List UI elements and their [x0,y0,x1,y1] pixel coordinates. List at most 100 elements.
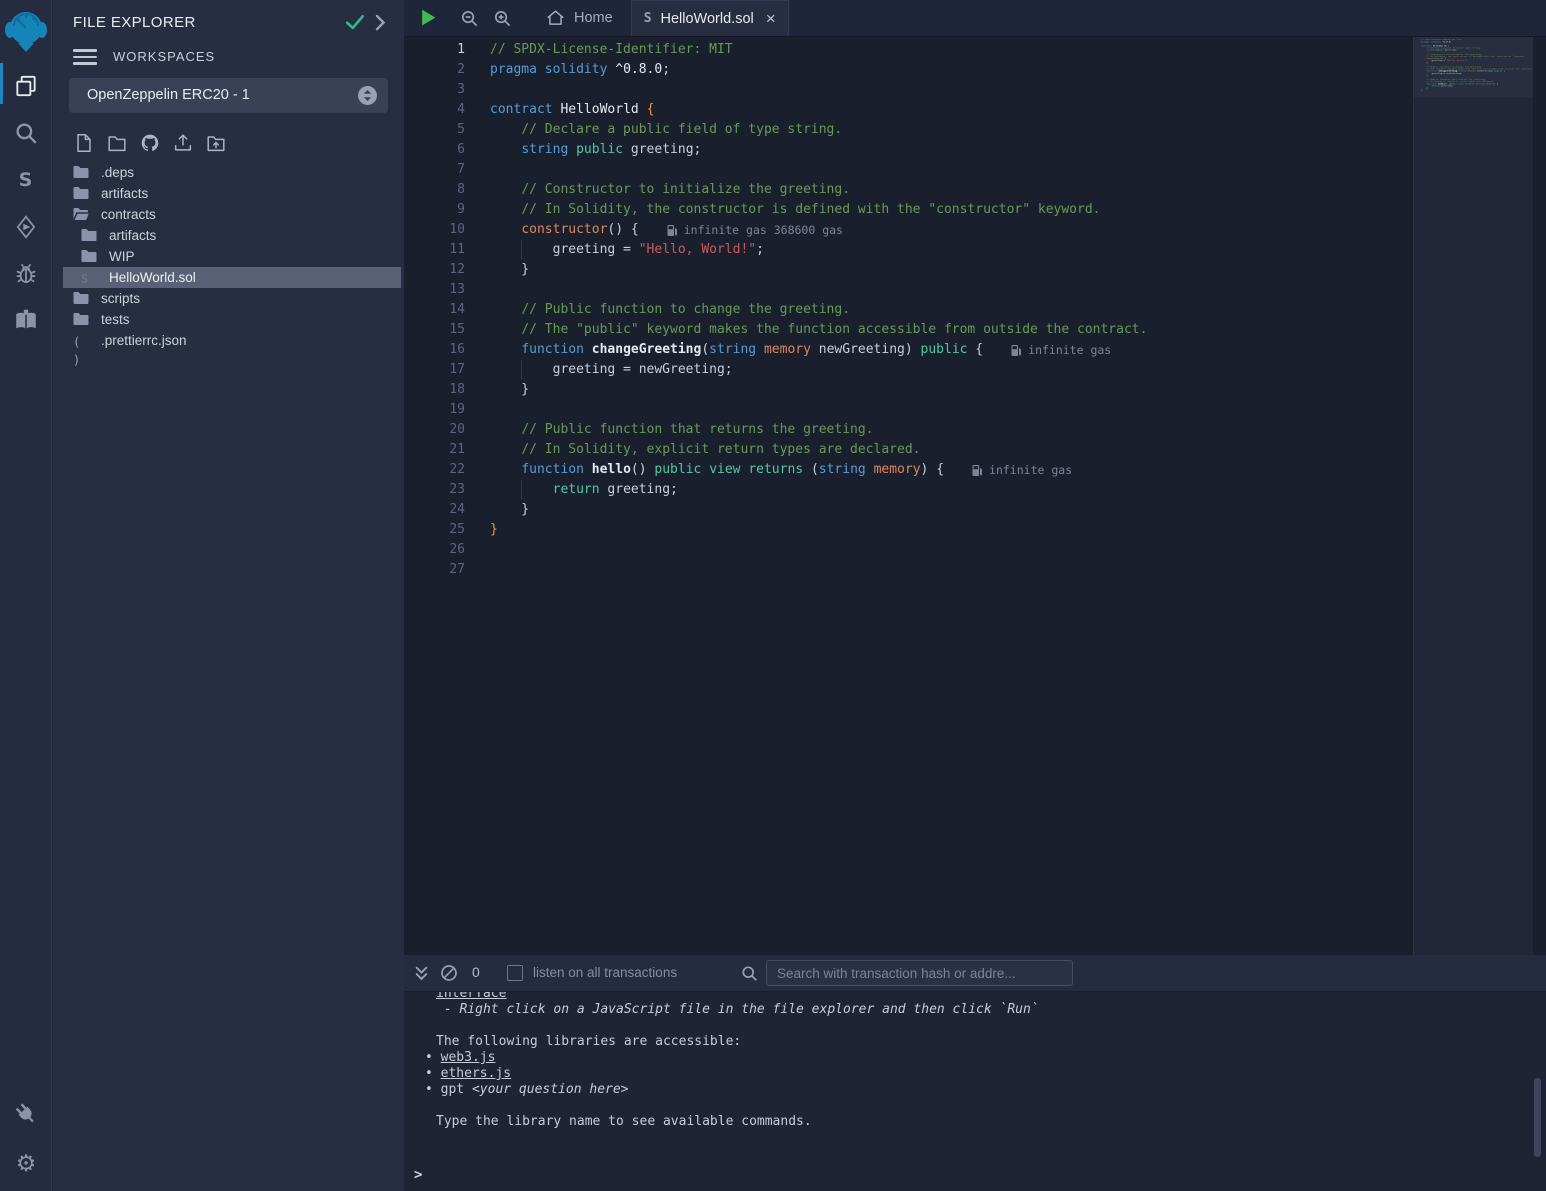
terminal-search-input[interactable] [766,960,1073,986]
line-content: pragma solidity ^0.8.0; [490,60,670,80]
collapse-terminal-icon[interactable] [414,965,429,982]
terminal-line-7: • gpt <your question here> [404,1082,1546,1098]
tab-home[interactable]: Home [534,0,625,36]
code-line-22[interactable]: 22 function hello() public view returns … [404,460,1413,480]
line-number: 13 [404,280,465,300]
learneth-icon[interactable] [11,306,41,336]
code-line-20[interactable]: 20 // Public function that returns the g… [404,420,1413,440]
line-content: // In Solidity, the constructor is defin… [490,200,1101,220]
code-line-7[interactable]: 7 [404,160,1413,180]
code-line-27[interactable]: 27 [404,560,1413,580]
tree-item-label: scripts [101,291,140,306]
code-line-2[interactable]: 2pragma solidity ^0.8.0; [404,60,1413,80]
terminal-link[interactable]: ethers.js [441,1066,511,1081]
deploy-run-icon[interactable] [11,212,41,242]
close-tab-icon[interactable]: × [766,10,776,27]
code-line-17[interactable]: 17 greeting = newGreeting; [404,360,1413,380]
terminal-text: - Right click on a JavaScript file in th… [436,1002,1039,1017]
workspace-select[interactable]: OpenZeppelin ERC20 - 1 [69,78,388,113]
remix-logo[interactable] [4,8,48,54]
line-content: greeting = "Hello, World!"; [490,240,764,260]
indent-guide [521,360,522,380]
file-explorer-icon[interactable] [11,71,41,101]
editor-tab-bar: Home S HelloWorld.sol × [404,0,1546,37]
tree-item-helloworld-sol[interactable]: SHelloWorld.sol [63,267,401,288]
code-line-16[interactable]: 16 function changeGreeting(string memory… [404,340,1413,360]
code-line-15[interactable]: 15 // The "public" keyword makes the fun… [404,320,1413,340]
tree-item--prettierrc-json[interactable]: ( ).prettierrc.json [63,330,401,351]
code-line-18[interactable]: 18 } [404,380,1413,400]
terminal-link[interactable]: web3.js [441,1050,496,1065]
code-line-3[interactable]: 3 [404,80,1413,100]
code-line-9[interactable]: 9 // In Solidity, the constructor is def… [404,200,1413,220]
tree-item-wip[interactable]: WIP [63,246,401,267]
bullet: • [425,1050,441,1065]
code-lines: 1// SPDX-License-Identifier: MIT2pragma … [404,40,1413,580]
code-line-24[interactable]: 24 } [404,500,1413,520]
tree-item-tests[interactable]: tests [63,309,401,330]
tab-label: Home [574,10,613,26]
listen-transactions-checkbox[interactable] [507,965,523,981]
line-content: // SPDX-License-Identifier: MIT [490,40,733,60]
line-number: 22 [404,460,465,480]
accept-check-icon[interactable] [344,13,366,31]
code-line-12[interactable]: 12 } [404,260,1413,280]
upload-file-icon[interactable] [172,132,195,154]
line-number: 17 [404,360,465,380]
terminal-line-6: • ethers.js [404,1066,1546,1082]
zoom-out-icon[interactable] [460,9,479,28]
minimap-content: // SPDX-License-Identifier: MITpragma so… [1421,39,1533,96]
terminal-scrollbar-thumb[interactable] [1534,1078,1541,1157]
plugin-manager-icon[interactable] [11,1099,41,1129]
tree-item--deps[interactable]: .deps [63,162,401,183]
code-line-14[interactable]: 14 // Public function to change the gree… [404,300,1413,320]
folder-icon [73,186,89,200]
terminal-prompt[interactable]: > [414,1167,422,1183]
terminal-text: gpt [441,1082,472,1097]
tab-helloworld-sol[interactable]: S HelloWorld.sol × [631,0,789,36]
new-folder-icon[interactable] [106,132,129,154]
search-icon[interactable] [11,118,41,148]
tree-item-artifacts[interactable]: artifacts [63,183,401,204]
terminal-line-4: The following libraries are accessible: [404,1034,1546,1050]
settings-gear-icon[interactable]: ⚙ [11,1148,41,1178]
line-number: 18 [404,380,465,400]
code-line-21[interactable]: 21 // In Solidity, explicit return types… [404,440,1413,460]
line-content: } [490,500,529,520]
debugger-icon[interactable] [11,259,41,289]
solidity-compiler-icon[interactable]: S [11,165,41,195]
code-line-6[interactable]: 6 string public greeting; [404,140,1413,160]
code-line-8[interactable]: 8 // Constructor to initialize the greet… [404,180,1413,200]
terminal-link[interactable]: interface [436,992,506,1001]
workspaces-menu-icon[interactable] [73,45,97,69]
collapse-chevron-icon[interactable] [374,13,386,31]
code-line-13[interactable]: 13 [404,280,1413,300]
tree-item-contracts[interactable]: contracts [63,204,401,225]
code-line-1[interactable]: 1// SPDX-License-Identifier: MIT [404,40,1413,60]
code-line-10[interactable]: 10 constructor() {infinite gas 368600 ga… [404,220,1413,240]
code-line-11[interactable]: 11 greeting = "Hello, World!"; [404,240,1413,260]
upload-folder-icon[interactable] [205,132,228,154]
terminal-lines: interface - Right click on a JavaScript … [404,992,1546,1130]
new-file-icon[interactable] [73,132,96,154]
code-line-5[interactable]: 5 // Declare a public field of type stri… [404,120,1413,140]
zoom-in-icon[interactable] [493,9,512,28]
clear-console-icon[interactable] [440,964,458,982]
minimap[interactable]: // SPDX-License-Identifier: MITpragma so… [1413,37,1533,955]
workspace-switch-icon[interactable] [357,85,378,106]
gas-estimate-text: infinite gas [1028,343,1111,357]
tree-item-artifacts[interactable]: artifacts [63,225,401,246]
code-line-4[interactable]: 4contract HelloWorld { [404,100,1413,120]
terminal-toolbar: 0 listen on all transactions [404,955,1546,992]
clone-github-icon[interactable] [139,132,162,154]
code-editor[interactable]: 1// SPDX-License-Identifier: MIT2pragma … [404,37,1413,955]
code-line-25[interactable]: 25} [404,520,1413,540]
code-line-26[interactable]: 26 [404,540,1413,560]
tree-item-scripts[interactable]: scripts [63,288,401,309]
line-content: contract HelloWorld { [490,100,654,120]
tree-item-label: .deps [101,165,134,180]
run-script-button[interactable] [420,9,437,27]
code-line-23[interactable]: 23 return greeting; [404,480,1413,500]
code-line-19[interactable]: 19 [404,400,1413,420]
terminal-output[interactable]: interface - Right click on a JavaScript … [404,992,1546,1191]
